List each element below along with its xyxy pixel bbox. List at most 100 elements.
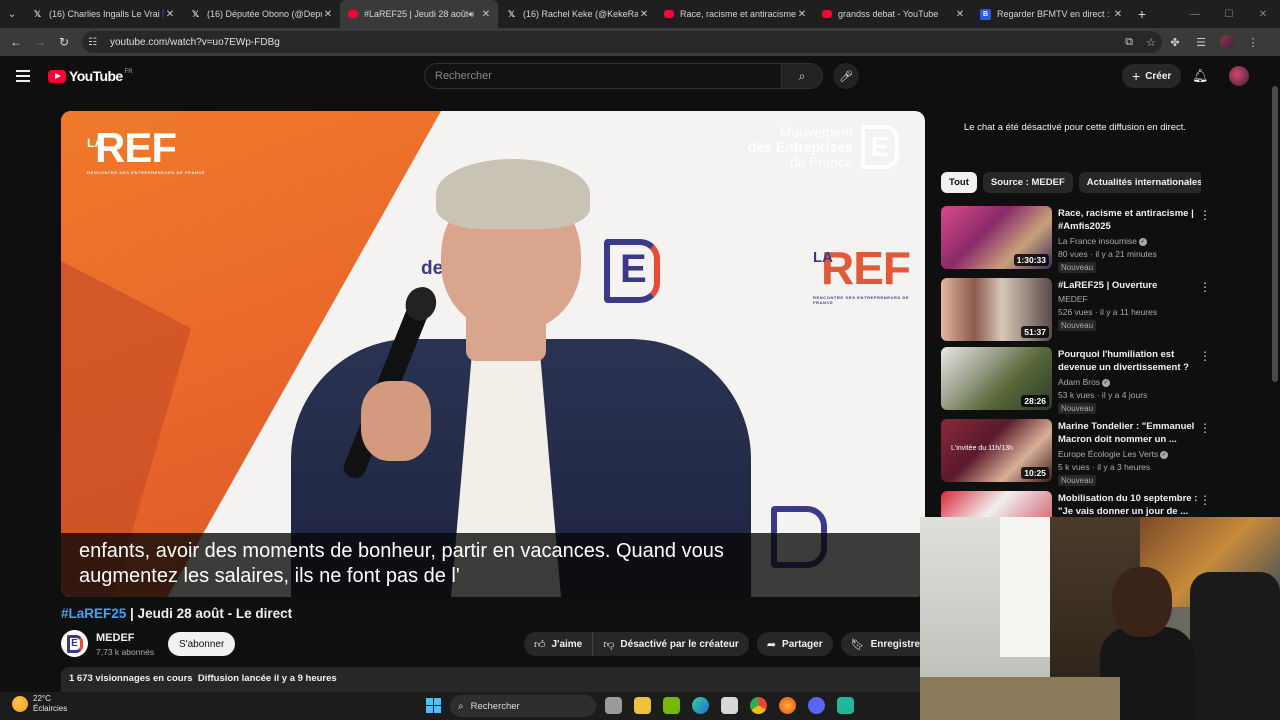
video-title[interactable]: #LaREF25 | Ouverture	[1058, 279, 1200, 292]
video-thumbnail[interactable]: 28:26	[941, 347, 1052, 410]
chevron-right-icon[interactable]: ›	[1186, 176, 1190, 188]
extensions-icon[interactable]: ✤	[1162, 30, 1188, 54]
video-thumbnail[interactable]: L'invitée du 11h/13h 10:25	[941, 419, 1052, 482]
profile-avatar[interactable]	[1214, 30, 1240, 54]
minimize-icon[interactable]: —	[1178, 0, 1212, 28]
close-tab-icon[interactable]: ✕	[1112, 9, 1124, 20]
close-window-icon[interactable]: ✕	[1246, 0, 1280, 28]
file-explorer-icon[interactable]	[634, 697, 651, 714]
browser-menu-icon[interactable]: ⋮	[1240, 30, 1266, 54]
youtube-icon	[348, 10, 358, 18]
task-view-icon[interactable]	[605, 697, 622, 714]
scrollbar-thumb[interactable]	[1272, 86, 1278, 382]
video-actions: 👍︎ J'aime 👎︎ Désactivé par le créateur ➦ Pa…	[524, 632, 972, 656]
video-title[interactable]: Marine Tondelier : "Emmanuel Macron doit…	[1058, 420, 1200, 446]
recommended-video[interactable]: 51:37 #LaREF25 | Ouverture MEDEF 526 vue…	[941, 278, 1211, 342]
reading-list-icon[interactable]: ☰	[1188, 30, 1214, 54]
video-player[interactable]: LA REF RENCONTRE DES ENTREPRENEURS DE FR…	[61, 111, 925, 597]
bookmark-star-icon[interactable]: ☆	[1140, 36, 1162, 49]
new-tab-button[interactable]: +	[1130, 0, 1154, 28]
dislike-label: Désactivé par le créateur	[620, 638, 739, 650]
video-title[interactable]: Race, racisme et antiracisme | #Amfis202…	[1058, 207, 1200, 233]
video-meta: 53 k vues · il y a 4 jours	[1058, 390, 1148, 400]
video-thumbnail[interactable]: 51:37	[941, 278, 1052, 341]
video-channel[interactable]: MEDEF	[1058, 294, 1088, 304]
share-label: Partager	[782, 638, 823, 650]
more-options-icon[interactable]: ⋮	[1199, 493, 1211, 507]
back-arrow-icon[interactable]: ←	[4, 30, 28, 54]
browser-tab[interactable]: grandss debat - YouTube ✕	[814, 0, 972, 28]
close-tab-icon[interactable]: ✕	[480, 9, 492, 20]
subscribe-button[interactable]: S'abonner	[168, 632, 236, 656]
maximize-icon[interactable]: ☐	[1212, 0, 1246, 28]
speaker-hand	[361, 381, 431, 461]
share-button[interactable]: ➦ Partager	[756, 632, 833, 656]
browser-tab[interactable]: 𝕏 (16) Députée Obono (@Deputé ✕	[182, 0, 340, 28]
discord-icon[interactable]	[808, 697, 825, 714]
more-options-icon[interactable]: ⋮	[1199, 208, 1211, 222]
chip-all[interactable]: Tout	[941, 172, 977, 193]
edge-icon[interactable]	[692, 697, 709, 714]
like-button[interactable]: 👍︎ J'aime	[524, 632, 594, 656]
more-options-icon[interactable]: ⋮	[1199, 280, 1211, 294]
nvidia-icon[interactable]	[663, 697, 680, 714]
windows-start-icon[interactable]	[426, 698, 441, 713]
video-channel[interactable]: La France insoumise ✓	[1058, 236, 1147, 246]
video-channel[interactable]: Europe Écologie Les Verts ✓	[1058, 449, 1169, 459]
laref-logo-tagline: RENCONTRE DES ENTREPRENEURS DE FRANCE	[87, 170, 206, 175]
channel-name[interactable]: MEDEF	[96, 632, 135, 644]
more-options-icon[interactable]: ⋮	[1199, 349, 1211, 363]
speaker-icon[interactable]: 🔊︎	[468, 9, 474, 20]
video-thumbnail[interactable]: 1:30:33	[941, 206, 1052, 269]
hamburger-menu-icon[interactable]	[16, 70, 30, 85]
youtube-logo[interactable]: YouTube FR	[48, 68, 133, 84]
url-field[interactable]: ☷ youtube.com/watch?v=uo7EWp-FDBg ⧉ ☆	[82, 31, 1162, 53]
microsoft-store-icon[interactable]	[721, 697, 738, 714]
chip-source-medef[interactable]: Source : MEDEF	[982, 172, 1073, 193]
app-icon[interactable]	[837, 697, 854, 714]
more-options-icon[interactable]: ⋮	[1199, 421, 1211, 435]
caption-line-1: enfants, avoir des moments de bonheur, p…	[79, 540, 724, 562]
laref-logo-la: LA	[87, 136, 103, 150]
forward-arrow-icon[interactable]: →	[28, 30, 52, 54]
close-tab-icon[interactable]: ✕	[164, 9, 176, 20]
voice-search-button[interactable]: 🎤︎	[833, 63, 859, 89]
close-tab-icon[interactable]: ✕	[954, 9, 966, 20]
dislike-button[interactable]: 👎︎ Désactivé par le créateur	[593, 632, 749, 656]
description-box[interactable]: 1 673 visionnages en cours Diffusion lan…	[61, 667, 925, 693]
notifications-bell-icon[interactable]: 🔔︎	[1192, 68, 1209, 84]
close-tab-icon[interactable]: ✕	[322, 9, 334, 20]
recommended-video[interactable]: L'invitée du 11h/13h 10:25 Marine Tondel…	[941, 419, 1211, 486]
share-arrow-icon: ➦	[766, 638, 777, 651]
close-tab-icon[interactable]: ✕	[638, 9, 650, 20]
recommended-video[interactable]: 1:30:33 Race, racisme et antiracisme | #…	[941, 206, 1211, 273]
weather-widget[interactable]: 22°C Éclaircies	[12, 694, 67, 714]
video-title[interactable]: Pourquoi l'humiliation est devenue un di…	[1058, 348, 1200, 374]
title-hashtag-link[interactable]: #LaREF25	[61, 606, 126, 621]
close-tab-icon[interactable]: ✕	[796, 9, 808, 20]
search-input[interactable]	[435, 70, 781, 82]
browser-tab[interactable]: 𝕏 (16) Charlies Ingalls Le Vrai 🇫🇷 🇵🇸 ✕	[24, 0, 182, 28]
browser-tab[interactable]: Race, racisme et antiracisme | # ✕	[656, 0, 814, 28]
chip-international-news[interactable]: Actualités internationales	[1078, 172, 1201, 193]
medef-line-2: des Entreprises	[747, 139, 853, 155]
taskbar-search[interactable]: ⌕ Rechercher	[450, 695, 596, 717]
site-info-icon[interactable]: ☷	[88, 37, 102, 48]
firefox-icon[interactable]	[779, 697, 796, 714]
video-channel[interactable]: Adam Bros ✓	[1058, 377, 1111, 387]
tab-search-chevron-icon[interactable]: ⌄	[0, 0, 24, 28]
browser-tab[interactable]: 𝕏 (16) Rachel Keke (@KekeRachel ✕	[498, 0, 656, 28]
channel-avatar[interactable]: E	[61, 630, 88, 657]
create-button[interactable]: + Créer	[1122, 64, 1182, 88]
search-button[interactable]: ⌕	[781, 63, 823, 89]
video-title[interactable]: Mobilisation du 10 septembre : "Je vais …	[1058, 492, 1200, 518]
partly-sunny-icon	[12, 696, 28, 712]
user-avatar[interactable]	[1229, 66, 1249, 86]
recommended-video[interactable]: 28:26 Pourquoi l'humiliation est devenue…	[941, 347, 1211, 414]
reload-icon[interactable]: ↻	[52, 30, 76, 54]
browser-tab[interactable]: B Regarder BFMTV en direct : su ✕	[972, 0, 1130, 28]
chrome-icon[interactable]	[750, 697, 767, 714]
cast-icon[interactable]: ⧉	[1118, 36, 1140, 49]
microphone-icon: 🎤︎	[839, 70, 853, 83]
browser-tab-active[interactable]: #LaREF25 | Jeudi 28 août - 🔊︎ ✕	[340, 0, 498, 28]
